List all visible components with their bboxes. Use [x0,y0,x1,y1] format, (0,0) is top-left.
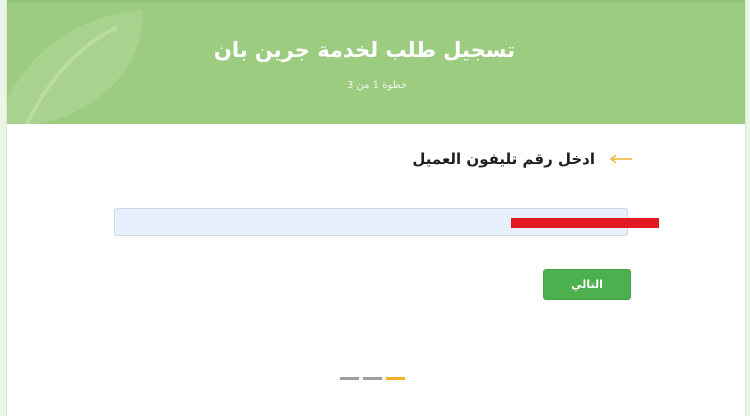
redaction-bar [511,218,659,228]
arrow-left-icon [609,154,632,164]
step-indicator-text: خطوة 1 من 3 [346,80,407,91]
leaf-icon [7,10,143,124]
phone-prompt-label: ادخل رقم تليفون العميل [412,150,595,168]
phone-prompt: ادخل رقم تليفون العميل [412,150,633,168]
step-progress-dots [340,377,405,380]
wizard-header: تسجيل طلب لخدمة جرين بان خطوة 1 من 3 [7,0,745,124]
step-dot [363,377,382,380]
step-dot-active [386,377,405,380]
page-title: تسجيل طلب لخدمة جرين بان [213,38,515,62]
step-dot [340,377,359,380]
wizard-card: تسجيل طلب لخدمة جرين بان خطوة 1 من 3 ادخ… [6,0,746,416]
next-button[interactable]: التالي [543,269,631,300]
